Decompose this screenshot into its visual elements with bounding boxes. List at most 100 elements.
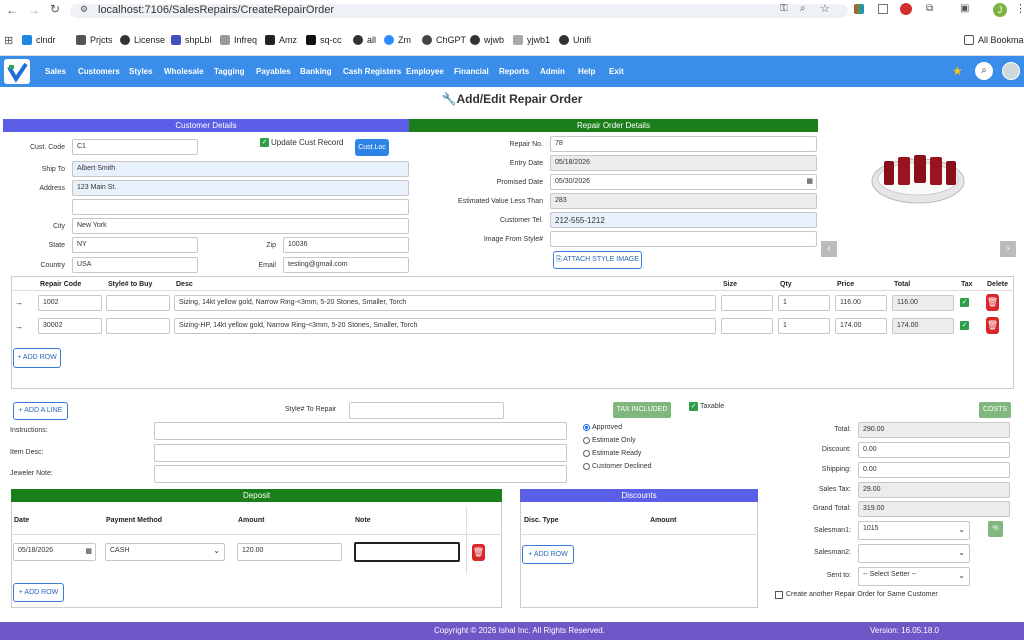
add-item-row-button[interactable]: + ADD ROW — [13, 348, 61, 368]
discount-input[interactable]: 0.00 — [858, 442, 1010, 458]
apps-grid-icon[interactable]: ⊞ — [4, 34, 13, 47]
bookmark-all[interactable]: all — [353, 35, 376, 45]
qty-input[interactable]: 1 — [778, 295, 830, 311]
update-cust-checkbox[interactable]: ✓ — [260, 138, 269, 147]
site-info-icon[interactable]: ⚙ — [80, 4, 88, 15]
shipping-input[interactable]: 0.00 — [858, 462, 1010, 478]
nav-help[interactable]: Help — [578, 67, 595, 76]
price-input[interactable]: 116.00 — [835, 295, 887, 311]
costs-button[interactable]: COSTS — [979, 402, 1011, 418]
nav-sales[interactable]: Sales — [45, 67, 66, 76]
zip-input[interactable]: 10036 — [283, 237, 409, 253]
add-deposit-row-button[interactable]: + ADD ROW — [13, 583, 64, 602]
nav-cash-registers[interactable]: Cash Registers — [343, 67, 401, 76]
deposit-date-input[interactable]: 05/18/2026 ▦ — [13, 543, 96, 561]
create-another-checkbox[interactable] — [775, 591, 783, 599]
bookmark-shplbl[interactable]: shpLbl — [171, 35, 212, 45]
bookmark-unifi[interactable]: Unifi — [559, 35, 591, 45]
instructions-input[interactable] — [154, 422, 567, 440]
search-icon[interactable]: ⌕ — [975, 62, 993, 80]
bookmark-license[interactable]: License — [120, 35, 165, 45]
promised-date-input[interactable]: 05/30/2026 ▦ — [550, 174, 817, 190]
email-input[interactable]: testing@gmail.com — [283, 257, 409, 273]
status-approved-radio[interactable] — [583, 424, 590, 431]
favorite-star-icon[interactable]: ★ — [952, 64, 963, 78]
browser-menu-icon[interactable]: ⋮ — [1015, 2, 1024, 15]
nav-employee[interactable]: Employee — [406, 67, 444, 76]
sidepanel-icon[interactable]: ▣ — [960, 3, 969, 14]
repair-no-input[interactable]: 78 — [550, 136, 817, 152]
city-input[interactable]: New York — [72, 218, 409, 234]
attach-style-image-button[interactable]: ⎘ ATTACH STYLE IMAGE — [553, 251, 642, 269]
nav-tagging[interactable]: Tagging — [214, 67, 245, 76]
payment-method-select[interactable]: CASH ⌄ — [105, 543, 225, 561]
adblock-icon[interactable] — [900, 3, 912, 15]
size-input[interactable] — [721, 318, 773, 334]
puzzle-icon[interactable]: ⧉ — [926, 3, 933, 14]
next-image-button[interactable]: › — [1000, 241, 1016, 257]
drag-handle-icon[interactable]: → — [15, 298, 23, 307]
nav-admin[interactable]: Admin — [540, 67, 565, 76]
salesman2-select[interactable]: ⌄ — [858, 544, 970, 563]
taxable-checkbox[interactable]: ✓ — [689, 402, 698, 411]
bookmark-infreq[interactable]: Infreq — [220, 35, 257, 45]
forward-icon[interactable]: → — [28, 3, 40, 17]
sent-to-select[interactable]: -- Select Setter -- ⌄ — [858, 567, 970, 586]
bookmark-yjwb1[interactable]: yjwb1 — [513, 35, 550, 45]
all-bookmarks[interactable]: All Bookmarks — [964, 35, 1024, 45]
extension-icon[interactable] — [854, 4, 864, 14]
address2-input[interactable] — [72, 199, 409, 215]
drag-handle-icon[interactable]: → — [15, 322, 23, 331]
prev-image-button[interactable]: ‹ — [821, 241, 837, 257]
ship-to-input[interactable]: Albert Smith — [72, 161, 409, 177]
nav-reports[interactable]: Reports — [499, 67, 529, 76]
deposit-amount-input[interactable]: 120.00 — [237, 543, 342, 561]
zoom-icon[interactable]: ⌕ — [800, 3, 806, 14]
deposit-note-input[interactable] — [354, 542, 460, 562]
jeweler-note-input[interactable] — [154, 465, 567, 483]
status-estimate-ready-radio[interactable] — [583, 450, 590, 457]
state-input[interactable]: NY — [72, 237, 198, 253]
star-icon[interactable]: ☆ — [820, 2, 830, 15]
bookmark-chgpt[interactable]: ChGPT — [422, 35, 466, 45]
user-avatar[interactable] — [1002, 62, 1020, 80]
repair-code-input[interactable]: 30002 — [38, 318, 102, 334]
nav-styles[interactable]: Styles — [129, 67, 153, 76]
reload-icon[interactable]: ↻ — [50, 2, 60, 16]
cust-loc-button[interactable]: Cust.Loc — [355, 139, 389, 156]
profile-avatar[interactable]: J — [993, 3, 1007, 17]
est-value-input[interactable]: 283 — [550, 193, 817, 209]
trash-icon[interactable]: 🗑 — [986, 317, 999, 334]
add-line-button[interactable]: + ADD A LINE — [13, 402, 68, 420]
app-logo[interactable] — [4, 59, 30, 84]
bookmark-zm[interactable]: Zm — [384, 35, 411, 45]
item-desc-input[interactable] — [154, 444, 567, 462]
style-to-buy-input[interactable] — [106, 318, 170, 334]
price-input[interactable]: 174.00 — [835, 318, 887, 334]
address-input[interactable]: 123 Main St. — [72, 180, 409, 196]
tax-checkbox[interactable]: ✓ — [960, 298, 969, 307]
calendar-icon[interactable]: ▦ — [806, 177, 813, 185]
size-input[interactable] — [721, 295, 773, 311]
key-icon[interactable]: ⚿ — [780, 3, 788, 14]
cust-code-input[interactable]: C1 — [72, 139, 198, 155]
bookmark-amz[interactable]: Amz — [265, 35, 297, 45]
bookmark-clndr[interactable]: clndr — [22, 35, 56, 45]
add-discount-row-button[interactable]: + ADD ROW — [522, 545, 574, 564]
trash-icon[interactable]: 🗑 — [986, 294, 999, 311]
country-input[interactable]: USA — [72, 257, 198, 273]
bookmark-prjcts[interactable]: Prjcts — [76, 35, 113, 45]
image-style-input[interactable] — [550, 231, 817, 247]
trash-icon[interactable]: 🗑 — [472, 544, 485, 561]
qr-extension-icon[interactable] — [878, 4, 888, 14]
customer-tel-input[interactable]: 212-555-1212 — [550, 212, 817, 228]
calendar-icon[interactable]: ▦ — [85, 547, 92, 555]
nav-financial[interactable]: Financial — [454, 67, 489, 76]
tax-included-button[interactable]: TAX INCLUDED — [613, 402, 671, 418]
status-estimate-only-radio[interactable] — [583, 437, 590, 444]
nav-banking[interactable]: Banking — [300, 67, 332, 76]
bookmark-wjwb[interactable]: wjwb — [470, 35, 504, 45]
bookmark-sq-cc[interactable]: sq-cc — [306, 35, 342, 45]
desc-input[interactable]: Sizing-HP, 14kt yellow gold, Narrow Ring… — [174, 318, 716, 334]
nav-customers[interactable]: Customers — [78, 67, 120, 76]
